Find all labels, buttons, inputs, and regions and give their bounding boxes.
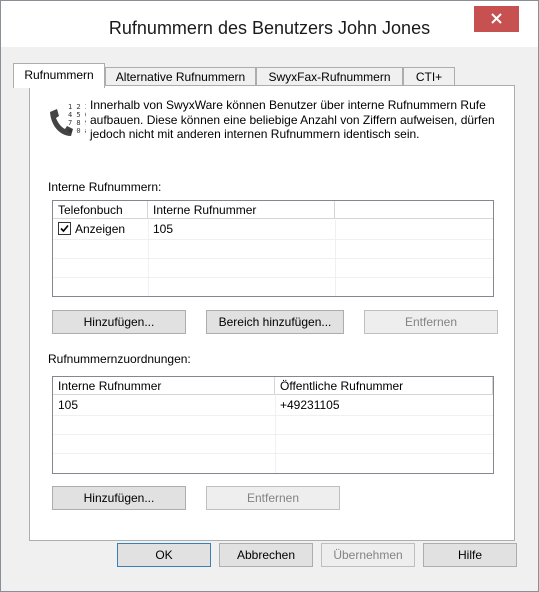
internal-list-header: Telefonbuch Interne Rufnummer — [53, 201, 493, 220]
add-range-button[interactable]: Bereich hinzufügen... — [206, 310, 344, 334]
tab-rufnummern[interactable]: Rufnummern — [13, 63, 105, 88]
gridline — [148, 220, 149, 296]
number-mapping-label: Rufnummernzuordnungen: — [48, 352, 191, 366]
gridline — [53, 453, 493, 454]
gridline — [275, 396, 276, 473]
checkmark-icon — [60, 225, 69, 233]
close-button[interactable] — [474, 6, 519, 32]
gridline — [335, 220, 336, 296]
remove-internal-button[interactable]: Entfernen — [364, 310, 498, 334]
help-button[interactable]: Hilfe — [423, 543, 517, 567]
column-telefonbuch[interactable]: Telefonbuch — [53, 201, 148, 219]
title-bar: Rufnummern des Benutzers John Jones — [1, 1, 538, 47]
keypad-row-4: ✱ 0 # — [68, 127, 86, 135]
column-interne-rufnummer[interactable]: Interne Rufnummer — [148, 201, 335, 219]
keypad-row-1: 1 2 3 — [68, 103, 86, 111]
tab-panel: 1 2 3 4 5 6 7 8 9 ✱ 0 # Innerhalb von Sw… — [29, 85, 515, 541]
phonebook-value: Anzeigen — [75, 222, 126, 236]
internal-numbers-label: Interne Rufnummern: — [48, 180, 162, 194]
apply-button[interactable]: Übernehmen — [321, 543, 415, 567]
keypad-row-3: 7 8 9 — [68, 119, 86, 127]
add-internal-button[interactable]: Hinzufügen... — [52, 310, 186, 334]
info-text: Innerhalb von SwyxWare können Benutzer ü… — [90, 98, 495, 141]
column-interne-rufnummer[interactable]: Interne Rufnummer — [53, 377, 275, 395]
column-empty[interactable] — [335, 201, 493, 219]
dialog-button-bar: OK Abbrechen Übernehmen Hilfe — [1, 539, 538, 591]
close-icon — [491, 13, 502, 24]
phonebook-cell: Anzeigen — [53, 220, 148, 239]
ok-button[interactable]: OK — [117, 543, 211, 567]
tab-cti-plus[interactable]: CTI+ — [403, 67, 455, 86]
mapping-internal-cell: 105 — [58, 398, 79, 412]
gridline — [53, 239, 493, 240]
window-title: Rufnummern des Benutzers John Jones — [108, 18, 431, 38]
keypad-row-2: 4 5 6 — [68, 111, 86, 119]
gridline — [53, 434, 493, 435]
dialog-window: Rufnummern des Benutzers John Jones Rufn… — [0, 0, 539, 592]
table-row[interactable]: 105 +49231105 — [53, 396, 493, 415]
column-oeffentliche-rufnummer[interactable]: Öffentliche Rufnummer — [275, 377, 493, 395]
tab-swyxfax-rufnummern[interactable]: SwyxFax-Rufnummern — [256, 67, 403, 86]
tab-alternative-rufnummern[interactable]: Alternative Rufnummern — [105, 67, 256, 86]
gridline — [53, 258, 493, 259]
remove-mapping-button[interactable]: Entfernen — [206, 486, 340, 510]
mapping-public-cell: +49231105 — [280, 398, 340, 412]
number-mapping-list[interactable]: Interne Rufnummer Öffentliche Rufnummer … — [52, 376, 494, 474]
internal-numbers-list[interactable]: Telefonbuch Interne Rufnummer Anzeigen 1… — [52, 200, 494, 297]
mapping-list-header: Interne Rufnummer Öffentliche Rufnummer — [53, 377, 493, 396]
cancel-button[interactable]: Abbrechen — [219, 543, 313, 567]
add-mapping-button[interactable]: Hinzufügen... — [52, 486, 186, 510]
gridline — [53, 277, 493, 278]
internal-number-cell: 105 — [153, 222, 174, 236]
gridline — [53, 415, 493, 416]
phone-keypad-icon: 1 2 3 4 5 6 7 8 9 ✱ 0 # — [50, 103, 86, 136]
table-row[interactable]: Anzeigen 105 — [53, 220, 493, 239]
show-in-phonebook-checkbox[interactable] — [58, 222, 71, 236]
